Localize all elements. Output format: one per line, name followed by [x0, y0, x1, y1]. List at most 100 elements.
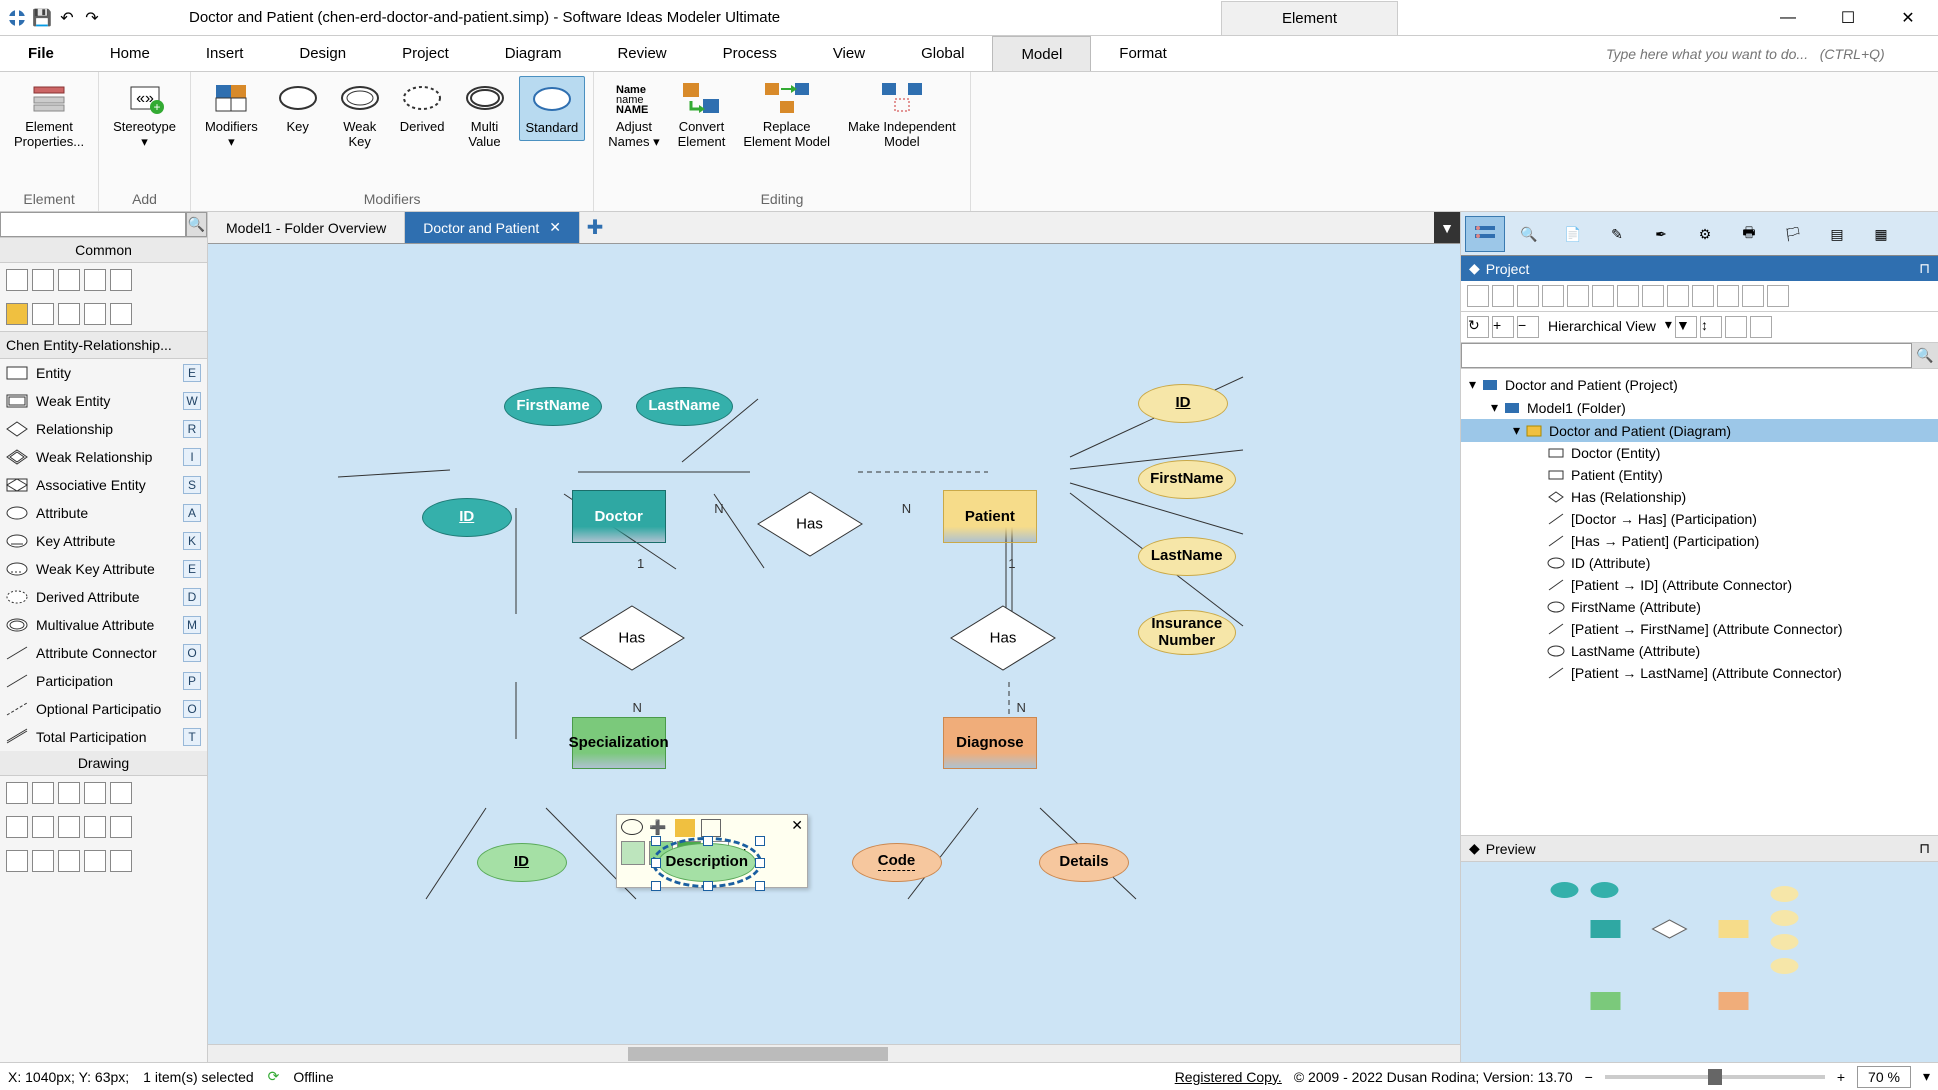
- attribute-lastname[interactable]: LastName: [636, 387, 734, 426]
- menu-global[interactable]: Global: [893, 36, 992, 71]
- entity-specialization[interactable]: Specialization: [572, 717, 666, 770]
- shape-rect-icon[interactable]: [6, 850, 28, 872]
- tool-line-icon[interactable]: [32, 303, 54, 325]
- menu-project[interactable]: Project: [374, 36, 477, 71]
- prj-remove-icon[interactable]: −: [1517, 316, 1539, 338]
- tool-zoom-icon[interactable]: [58, 269, 80, 291]
- toolbox-drawing-header[interactable]: Drawing: [0, 751, 207, 776]
- rp-tool-pens-icon[interactable]: ✒: [1641, 216, 1681, 252]
- prj-tb-3[interactable]: [1517, 285, 1539, 307]
- rp-tool-doc-icon[interactable]: 📄: [1553, 216, 1593, 252]
- app-icon[interactable]: [6, 7, 28, 29]
- toolbox-item-entity[interactable]: EntityE: [0, 359, 207, 387]
- menu-design[interactable]: Design: [271, 36, 374, 71]
- entity-doctor[interactable]: Doctor: [572, 490, 666, 543]
- zoom-slider[interactable]: [1605, 1075, 1825, 1079]
- tree-node[interactable]: ID (Attribute): [1461, 552, 1938, 574]
- ribbon-derived[interactable]: Derived: [394, 76, 451, 139]
- ribbon-convert-element[interactable]: Convert Element: [672, 76, 732, 154]
- toolbox-search-input[interactable]: [0, 212, 186, 237]
- tab-doctor-patient[interactable]: Doctor and Patient✕: [405, 212, 580, 243]
- ribbon-standard[interactable]: Standard: [519, 76, 586, 141]
- rp-tool-layers-icon[interactable]: ▤: [1817, 216, 1857, 252]
- shape-pentagon-icon[interactable]: [84, 850, 106, 872]
- shape-arrow-icon[interactable]: [32, 782, 54, 804]
- ribbon-modifiers[interactable]: Modifiers ▾: [199, 76, 264, 154]
- menu-file[interactable]: File: [0, 36, 82, 71]
- tree-node[interactable]: ▾Doctor and Patient (Project): [1461, 373, 1938, 396]
- relationship-has-ds[interactable]: Has: [578, 604, 686, 672]
- ribbon-make-independent[interactable]: Make Independent Model: [842, 76, 962, 154]
- shape-pie-icon[interactable]: [6, 816, 28, 838]
- prj-layout1-icon[interactable]: [1725, 316, 1747, 338]
- tree-node[interactable]: [Patient → ID] (Attribute Connector): [1461, 574, 1938, 596]
- status-refresh-icon[interactable]: ⟳: [268, 1068, 280, 1085]
- ribbon-stereotype[interactable]: «»+ Stereotype ▾: [107, 76, 182, 154]
- toolbox-search-button[interactable]: 🔍: [186, 212, 207, 237]
- attribute-id[interactable]: ID: [422, 498, 512, 537]
- prj-layout2-icon[interactable]: [1750, 316, 1772, 338]
- zoom-out-button[interactable]: −: [1585, 1069, 1593, 1085]
- toolbox-item-weak-entity[interactable]: Weak EntityW: [0, 387, 207, 415]
- toolbox-item-multivalue-attribute[interactable]: Multivalue AttributeM: [0, 611, 207, 639]
- tool-frame-icon[interactable]: [110, 303, 132, 325]
- project-search-input[interactable]: [1461, 343, 1912, 368]
- prj-tb-8[interactable]: [1642, 285, 1664, 307]
- toolbox-item-optional-participatio[interactable]: Optional ParticipatioO: [0, 695, 207, 723]
- pin-icon[interactable]: ⊓: [1919, 260, 1930, 277]
- entity-patient[interactable]: Patient: [943, 490, 1037, 543]
- rp-tool-flag-icon[interactable]: 🏳: [1773, 216, 1813, 252]
- prj-add-icon[interactable]: +: [1492, 316, 1514, 338]
- prj-tb-13[interactable]: [1767, 285, 1789, 307]
- ribbon-element-properties[interactable]: Element Properties...: [8, 76, 90, 154]
- prj-view-drop-icon[interactable]: ▾: [1665, 316, 1672, 338]
- rp-tool-project-icon[interactable]: [1465, 216, 1505, 252]
- tab-add-button[interactable]: ✚: [580, 212, 610, 243]
- menu-search-input[interactable]: [1598, 36, 1938, 71]
- tree-node[interactable]: [Patient → LastName] (Attribute Connecto…: [1461, 662, 1938, 684]
- attribute-insurance-number[interactable]: InsuranceNumber: [1138, 610, 1236, 655]
- toolbox-item-derived-attribute[interactable]: Derived AttributeD: [0, 583, 207, 611]
- minimize-button[interactable]: —: [1758, 0, 1818, 36]
- prj-tb-10[interactable]: [1692, 285, 1714, 307]
- tabs-dropdown[interactable]: ▼: [1434, 212, 1460, 243]
- shape-roundrect-icon[interactable]: [58, 816, 80, 838]
- prj-tb-9[interactable]: [1667, 285, 1689, 307]
- ribbon-key[interactable]: Key: [270, 76, 326, 139]
- tree-node[interactable]: Doctor (Entity): [1461, 442, 1938, 464]
- tab-close-icon[interactable]: ✕: [549, 219, 561, 236]
- shape-diamond2-icon[interactable]: [58, 850, 80, 872]
- maximize-button[interactable]: ☐: [1818, 0, 1878, 36]
- expand-icon[interactable]: ◆: [1469, 260, 1480, 277]
- shape-line2-icon[interactable]: [58, 782, 80, 804]
- shape-hexagon-icon[interactable]: [110, 850, 132, 872]
- toolbox-category[interactable]: Chen Entity-Relationship...: [0, 331, 207, 359]
- menu-diagram[interactable]: Diagram: [477, 36, 590, 71]
- project-search-button[interactable]: 🔍: [1912, 343, 1938, 368]
- project-tree[interactable]: ▾Doctor and Patient (Project)▾Model1 (Fo…: [1461, 369, 1938, 835]
- shape-pill-icon[interactable]: [84, 816, 106, 838]
- prj-tb-1[interactable]: [1467, 285, 1489, 307]
- preview-header[interactable]: ◆ Preview ⊓: [1461, 835, 1938, 862]
- attribute-lastname[interactable]: LastName: [1138, 537, 1236, 576]
- prj-tb-11[interactable]: [1717, 285, 1739, 307]
- menu-insert[interactable]: Insert: [178, 36, 272, 71]
- prj-tb-2[interactable]: [1492, 285, 1514, 307]
- menu-review[interactable]: Review: [589, 36, 694, 71]
- project-panel-header[interactable]: ◆ Project ⊓: [1461, 256, 1938, 281]
- tool-pan-icon[interactable]: [84, 269, 106, 291]
- context-close-icon[interactable]: ✕: [791, 817, 803, 834]
- zoom-value[interactable]: 70 %: [1857, 1066, 1911, 1088]
- menu-model[interactable]: Model: [992, 36, 1091, 71]
- prj-refresh-icon[interactable]: ↻: [1467, 316, 1489, 338]
- toolbox-common-header[interactable]: Common: [0, 238, 207, 263]
- tree-node[interactable]: [Doctor → Has] (Participation): [1461, 508, 1938, 530]
- shape-line1-icon[interactable]: [6, 782, 28, 804]
- ribbon-multi-value[interactable]: Multi Value: [457, 76, 513, 154]
- tool-table-icon[interactable]: [84, 303, 106, 325]
- attribute-id[interactable]: ID: [477, 843, 567, 882]
- toolbox-item-relationship[interactable]: RelationshipR: [0, 415, 207, 443]
- canvas-h-scrollbar[interactable]: [208, 1044, 1460, 1062]
- rp-tool-gear-icon[interactable]: ⚙: [1685, 216, 1725, 252]
- toolbox-item-weak-key-attribute[interactable]: Weak Key AttributeE: [0, 555, 207, 583]
